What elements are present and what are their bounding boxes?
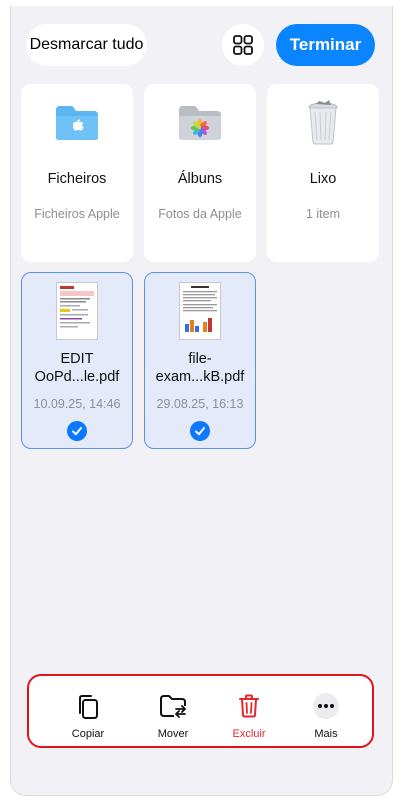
file-card-edit[interactable]: EDIT OoPd...le.pdf 10.09.25, 14:46: [21, 272, 133, 449]
location-card-albuns[interactable]: Álbuns Fotos da Apple: [144, 84, 256, 262]
deselect-all-button[interactable]: Desmarcar tudo: [26, 24, 147, 66]
more-button[interactable]: Mais: [296, 676, 356, 746]
selected-checkmark-icon[interactable]: [67, 421, 87, 441]
pdf-thumbnail-icon: [56, 282, 98, 340]
trash-bin-icon: [308, 100, 338, 145]
blue-folder-icon: [56, 106, 98, 140]
location-subtitle: Ficheiros Apple: [34, 207, 120, 221]
grid-view-icon: [233, 35, 253, 55]
delete-button[interactable]: Excluir: [219, 676, 279, 746]
bottom-action-toolbar: Copiar Mover Excluir Mais: [27, 674, 374, 748]
location-subtitle: Fotos da Apple: [158, 207, 242, 221]
trash-icon: [239, 694, 259, 718]
selected-checkmark-icon[interactable]: [190, 421, 210, 441]
location-name: Álbuns: [177, 171, 223, 187]
location-card-ficheiros[interactable]: Ficheiros Ficheiros Apple: [21, 84, 133, 262]
photos-folder-icon: [179, 106, 221, 140]
location-name: Ficheiros: [47, 171, 107, 187]
delete-label: Excluir: [232, 728, 266, 740]
location-name: Lixo: [309, 171, 337, 187]
copy-label: Copiar: [71, 728, 105, 740]
file-card-example[interactable]: file- exam...kB.pdf 29.08.25, 16:13: [144, 272, 256, 449]
copy-icon: [79, 695, 98, 719]
file-name-line2: OoPd...le.pdf: [34, 369, 120, 385]
more-ellipsis-icon: [313, 693, 339, 719]
more-label: Mais: [314, 728, 338, 740]
file-date: 10.09.25, 14:46: [33, 397, 121, 411]
file-name-line1: file-: [188, 351, 212, 367]
move-folder-icon: [160, 695, 186, 718]
location-card-lixo[interactable]: Lixo 1 item: [267, 84, 379, 262]
file-name-line1: EDIT: [60, 351, 94, 367]
file-name-line2: exam...kB.pdf: [155, 369, 245, 385]
move-label: Mover: [157, 728, 189, 740]
copy-button[interactable]: Copiar: [58, 676, 118, 746]
pdf-thumbnail-icon: [179, 282, 221, 340]
location-subtitle: 1 item: [305, 207, 341, 221]
file-date: 29.08.25, 16:13: [156, 397, 244, 411]
view-grid-button[interactable]: [222, 24, 264, 66]
done-button[interactable]: Terminar: [276, 24, 375, 66]
files-screen: Desmarcar tudo Terminar Ficheiros Fichei…: [10, 6, 393, 796]
move-button[interactable]: Mover: [143, 676, 203, 746]
